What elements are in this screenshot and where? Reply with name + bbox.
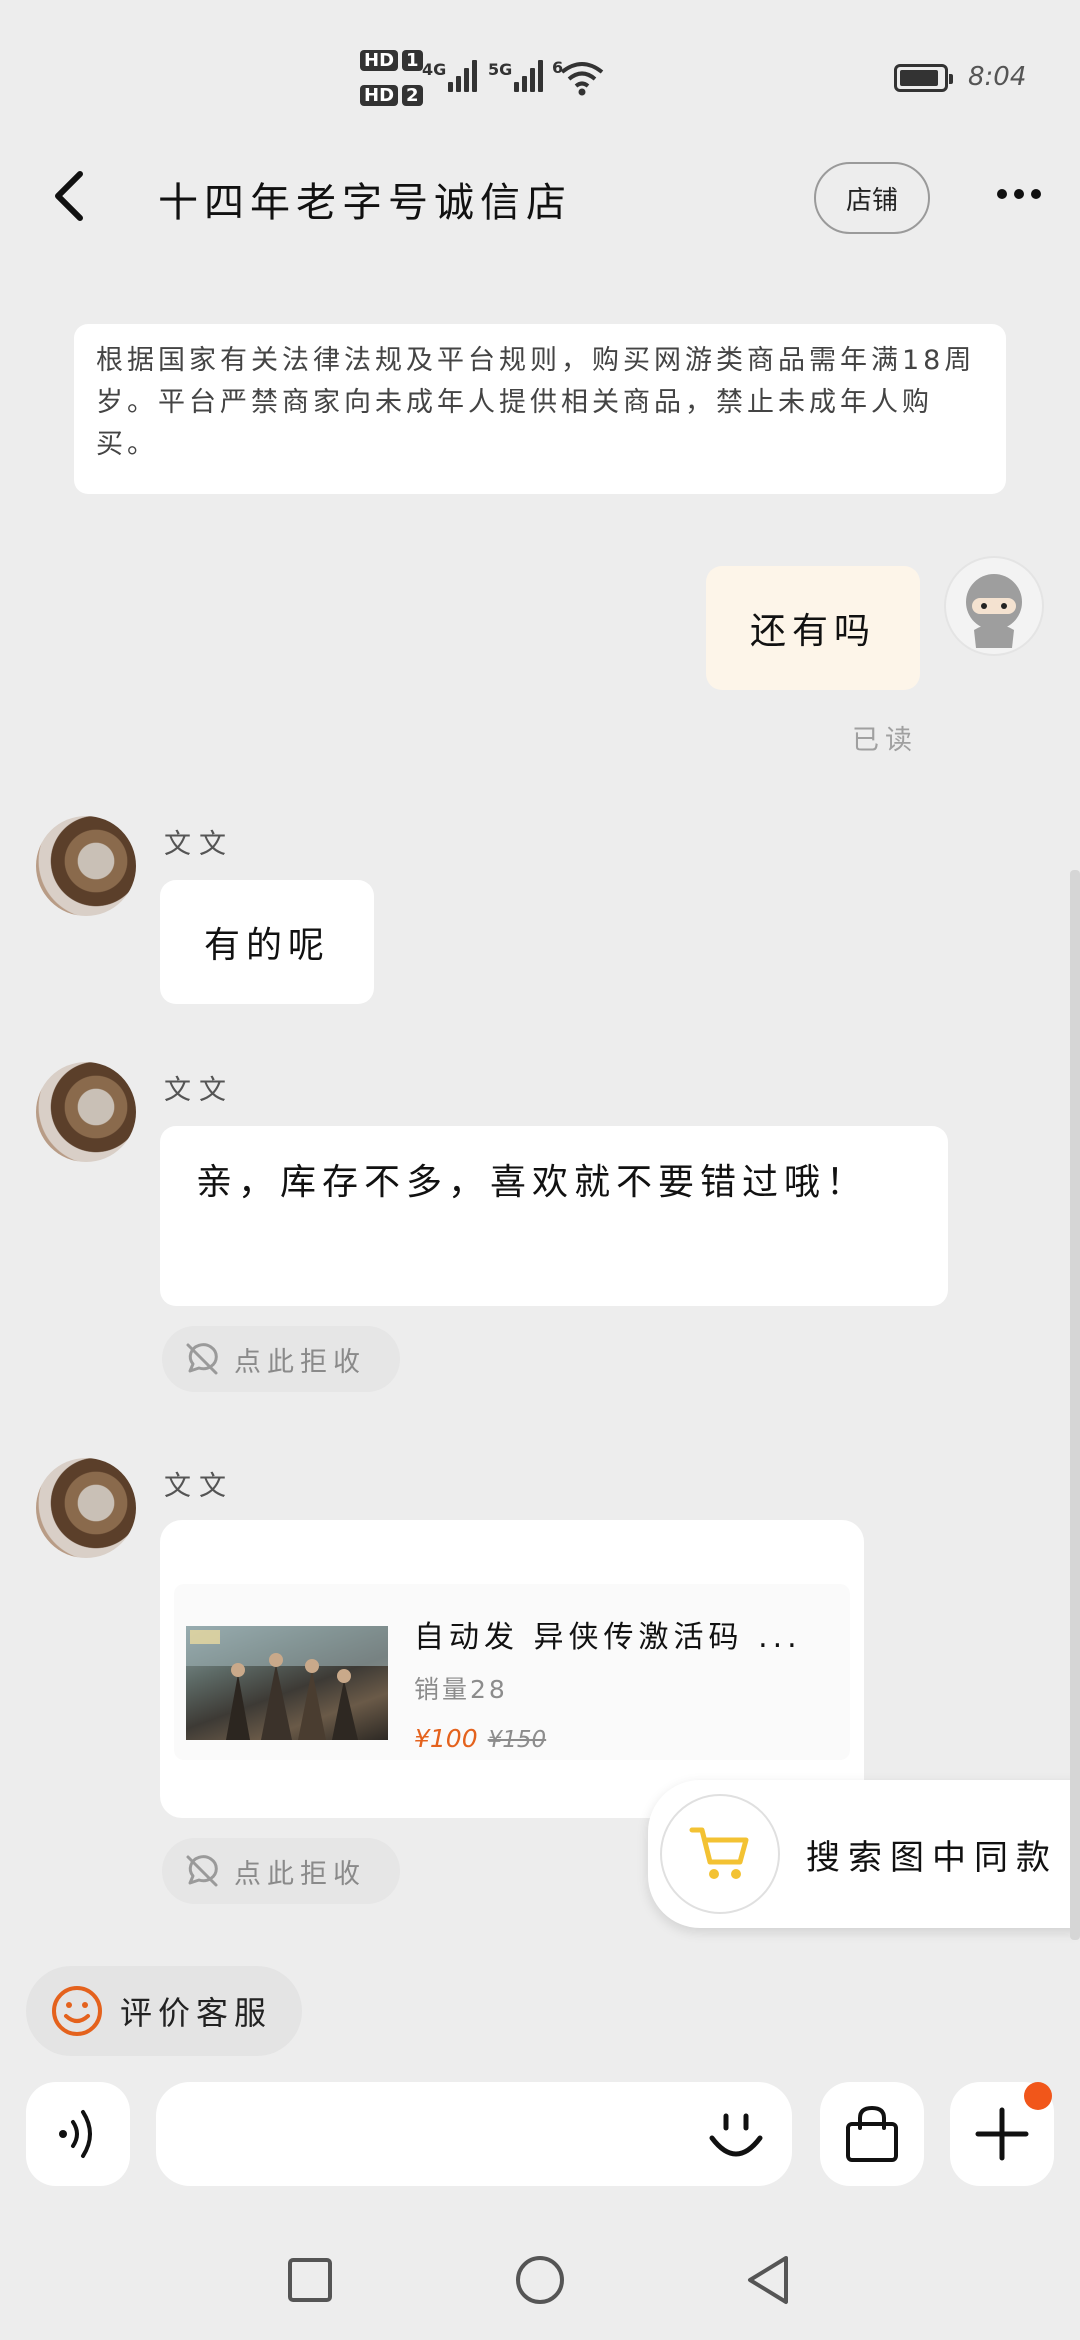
signal-bars-icon (448, 60, 478, 92)
rate-service-button[interactable]: 评价客服 (26, 1966, 302, 2056)
notification-badge (1024, 2082, 1052, 2110)
reply-text: 亲，库存不多，喜欢就不要错过哦！ (196, 1162, 869, 1203)
nav-back-icon (748, 2256, 788, 2304)
signal-4g-label: 4G (422, 60, 447, 79)
ninja-avatar-icon (966, 574, 1022, 648)
my-message-text: 还有吗 (749, 611, 876, 652)
back-arrow-icon (55, 171, 83, 221)
clock: 8:04 (968, 62, 1027, 92)
status-bar: HD 1 HD 2 4G 5G 6 8:04 (0, 0, 1080, 150)
order-button[interactable] (820, 2082, 924, 2186)
reject-label: 点此拒收 (234, 1858, 366, 1890)
cart-circle (660, 1794, 780, 1914)
search-similar-label: 搜索图中同款 (806, 1837, 1058, 1878)
hd2-indicator: HD 2 (360, 85, 423, 106)
wifi-indicator: 6 (552, 58, 606, 102)
reply-text: 有的呢 (203, 925, 330, 966)
hd1-label: HD (360, 50, 399, 71)
reject-label: 点此拒收 (234, 1346, 366, 1378)
product-sales: 销量28 (414, 1675, 508, 1704)
voice-icon (59, 2110, 92, 2158)
emoji-icon (709, 2113, 763, 2157)
product-image[interactable] (186, 1626, 388, 1740)
product-price: ¥100 (414, 1724, 478, 1753)
cart-icon (689, 1827, 749, 1879)
my-avatar[interactable] (944, 556, 1044, 656)
my-message-bubble[interactable]: 还有吗 (706, 566, 920, 690)
reply-bubble[interactable]: 亲，库存不多，喜欢就不要错过哦！ (160, 1126, 948, 1306)
page-title: 十四年老字号诚信店 (158, 180, 572, 226)
signal-4g: 4G (422, 60, 478, 92)
reply-bubble[interactable]: 有的呢 (160, 880, 374, 1004)
reject-button[interactable]: 点此拒收 (162, 1326, 400, 1392)
sender-name: 文文 (164, 829, 234, 860)
signal-5g-label: 5G (488, 60, 513, 79)
product-card[interactable]: 自动发 异侠传激活码 ... 销量28 ¥100 ¥150 (160, 1520, 864, 1818)
agent-avatar[interactable] (36, 1062, 136, 1162)
agent-avatar[interactable] (36, 816, 136, 916)
back-button[interactable] (50, 168, 98, 228)
agent-avatar[interactable] (36, 1458, 136, 1558)
read-status: 已读 (852, 725, 918, 756)
rate-service-label: 评价客服 (120, 1994, 273, 2032)
more-button[interactable] (996, 184, 1046, 204)
nav-back-button[interactable] (744, 2254, 792, 2310)
product-price-row: ¥100 ¥150 (414, 1724, 546, 1753)
product-title: 自动发 异侠传激活码 ... (414, 1620, 802, 1655)
hd2-number: 2 (402, 85, 423, 106)
message-input[interactable] (156, 2082, 792, 2186)
emoji-button[interactable] (704, 2104, 768, 2168)
nav-home-button[interactable] (514, 2254, 566, 2310)
battery-icon (894, 64, 953, 92)
signal-bars-icon (514, 60, 544, 92)
scrollbar[interactable] (1070, 870, 1080, 1940)
voice-button[interactable] (26, 2082, 130, 2186)
nav-circle-icon (516, 2256, 564, 2304)
sender-name: 文文 (164, 1075, 234, 1106)
wifi-label: 6 (552, 58, 564, 77)
no-receive-icon (186, 1343, 218, 1375)
sender-name: 文文 (164, 1471, 234, 1502)
nav-square-icon (288, 2258, 332, 2302)
hd1-indicator: HD 1 (360, 50, 423, 71)
signal-5g: 5G (488, 60, 544, 92)
reject-button[interactable]: 点此拒收 (162, 1838, 400, 1904)
plus-icon (975, 2107, 1029, 2161)
hd1-number: 1 (402, 50, 423, 71)
no-receive-icon (186, 1855, 218, 1887)
bag-icon (846, 2105, 898, 2162)
more-icon (997, 189, 1041, 199)
nav-recents-button[interactable] (286, 2256, 334, 2308)
search-similar-button[interactable]: 搜索图中同款 (648, 1780, 1080, 1928)
game-art-image (186, 1626, 388, 1740)
product-old-price: ¥150 (487, 1727, 547, 1753)
age-notice: 根据国家有关法律法规及平台规则，购买网游类商品需年满18周岁。平台严禁商家向未成… (74, 324, 1006, 494)
wifi-icon (560, 62, 604, 96)
hd2-label: HD (360, 85, 399, 106)
shop-button[interactable]: 店铺 (814, 162, 930, 234)
smile-icon (52, 1986, 102, 2036)
